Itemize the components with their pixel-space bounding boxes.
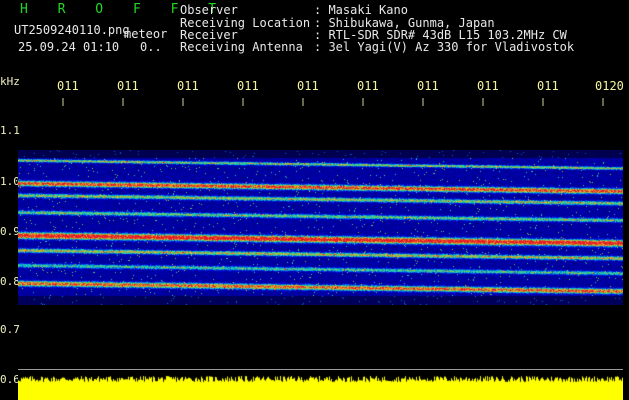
freq-tick: 0.9 <box>0 225 20 238</box>
time-tick: 011 <box>537 79 559 93</box>
freq-tick: 1.1 <box>0 124 20 137</box>
freq-tick: 0.6 <box>0 373 20 386</box>
unit-label: kHz <box>0 75 20 88</box>
value-observer: : Masaki Kano <box>314 3 408 17</box>
time-tick: 011 <box>417 79 439 93</box>
time-tick: 011 <box>297 79 319 93</box>
freq-tick: 0.8 <box>0 275 20 288</box>
freq-tick: 0.7 <box>0 323 20 336</box>
file-name: UT2509240110.png <box>14 23 130 37</box>
value-antenna: : 3el Yagi(V) Az 330 for Vladivostok <box>314 40 575 54</box>
time-tick: 011 <box>177 79 199 93</box>
time-tick: 011 <box>117 79 139 93</box>
time-axis-ticks <box>62 98 604 106</box>
counter: 0.. <box>140 40 162 54</box>
time-tick: 011 <box>237 79 259 93</box>
time-tick: 011 <box>57 79 79 93</box>
time-tick: 011 <box>477 79 499 93</box>
label-observer: Observer <box>180 3 238 17</box>
noise-floor-band <box>18 370 623 400</box>
spectrogram <box>18 150 623 305</box>
time-tick: 0120 <box>595 79 624 93</box>
time-tick: 011 <box>357 79 379 93</box>
mode-label: meteor <box>124 27 168 41</box>
freq-tick: 1.0 <box>0 175 20 188</box>
datetime: 25.09.24 01:10 <box>18 40 120 54</box>
label-antenna: Receiving Antenna <box>180 40 303 54</box>
